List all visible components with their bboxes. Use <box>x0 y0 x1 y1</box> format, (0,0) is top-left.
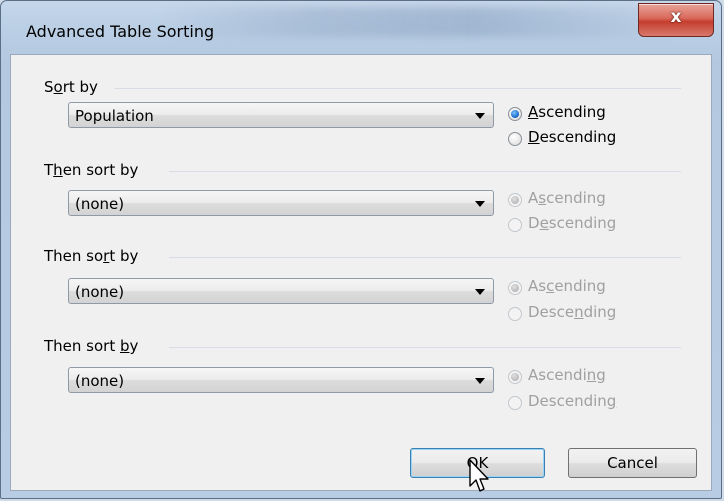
cancel-button[interactable]: Cancel <box>568 448 697 478</box>
sort2-descending-label[interactable]: Descending <box>528 214 616 232</box>
then-sort-by-2-label: Then sort by <box>44 247 139 265</box>
titlebar-background <box>161 7 681 37</box>
chevron-down-icon <box>475 113 485 119</box>
sort3-ascending-radio[interactable] <box>508 281 522 295</box>
then-sort-by-1-label: Then sort by <box>44 161 139 179</box>
sort3-descending-label[interactable]: Descending <box>528 303 616 321</box>
close-icon: x <box>670 7 682 27</box>
then-sort-by-1-combobox[interactable]: (none) <box>68 190 494 216</box>
then-sort-by-2-value: (none) <box>75 283 125 301</box>
group-separator <box>114 88 681 89</box>
chevron-down-icon <box>475 378 485 384</box>
group-separator <box>169 257 681 258</box>
sort1-ascending-radio[interactable] <box>508 107 522 121</box>
sort4-descending-label[interactable]: Descending <box>528 392 616 410</box>
sort1-descending-radio[interactable] <box>508 132 522 146</box>
group-separator <box>169 171 681 172</box>
then-sort-by-1-value: (none) <box>75 195 125 213</box>
then-sort-by-3-combobox[interactable]: (none) <box>68 367 494 393</box>
dialog-title: Advanced Table Sorting <box>26 22 215 41</box>
then-sort-by-3-label: Then sort by <box>44 337 139 355</box>
chevron-down-icon <box>475 289 485 295</box>
mouse-cursor-icon <box>469 459 489 492</box>
then-sort-by-2-combobox[interactable]: (none) <box>68 278 494 304</box>
sort4-descending-radio[interactable] <box>508 396 522 410</box>
sort2-ascending-radio[interactable] <box>508 193 522 207</box>
sort4-ascending-label[interactable]: Ascending <box>528 366 606 384</box>
sort3-descending-radio[interactable] <box>508 307 522 321</box>
sort1-descending-label[interactable]: Descending <box>528 128 616 146</box>
dialog-window: Advanced Table Sorting x Sort by Populat… <box>0 0 722 499</box>
group-separator <box>169 347 681 348</box>
then-sort-by-3-value: (none) <box>75 372 125 390</box>
sort4-ascending-radio[interactable] <box>508 370 522 384</box>
sort2-descending-radio[interactable] <box>508 218 522 232</box>
close-button[interactable]: x <box>638 3 714 37</box>
chevron-down-icon <box>475 201 485 207</box>
sort-by-label: Sort by <box>44 78 98 96</box>
sort-by-combobox[interactable]: Population <box>68 102 494 128</box>
sort2-ascending-label[interactable]: Ascending <box>528 189 606 207</box>
dialog-client-area: Sort by Population Ascending Descending … <box>10 54 712 491</box>
sort1-ascending-label[interactable]: Ascending <box>528 103 606 121</box>
sort-by-value: Population <box>75 107 154 125</box>
sort3-ascending-label[interactable]: Ascending <box>528 277 606 295</box>
